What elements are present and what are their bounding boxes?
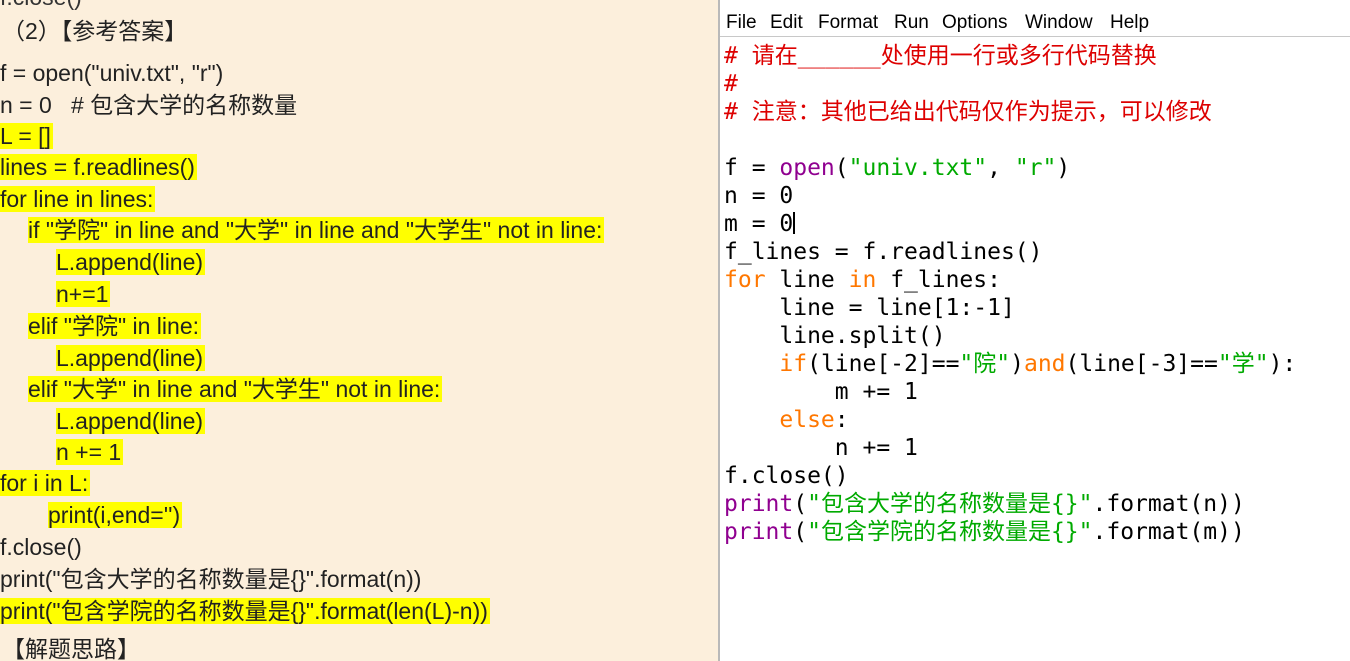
answer-code-line: n += 1	[56, 439, 124, 465]
text-cursor	[793, 212, 796, 234]
code-line: line = line[1:-1]	[724, 295, 1015, 321]
code-line: f = open("univ.txt", "r")	[724, 155, 1071, 181]
answer-code-line: print("包含大学的名称数量是{}".format(n))	[0, 566, 422, 592]
menu-run[interactable]: Run	[894, 11, 929, 35]
answer-heading: （2）【参考答案】	[2, 18, 188, 44]
answer-code-line: elif "学院" in line:	[28, 313, 201, 339]
answer-code-line: elif "大学" in line and "大学生" not in line:	[28, 376, 443, 402]
code-line: # 请在______处使用一行或多行代码替换	[724, 43, 1157, 69]
menu-options[interactable]: Options	[942, 11, 1007, 35]
menu-edit[interactable]: Edit	[770, 11, 803, 35]
answer-code-line: for i in L:	[0, 470, 91, 496]
code-line: print("包含大学的名称数量是{}".format(n))	[724, 491, 1245, 517]
answer-code-line: lines = f.readlines()	[0, 154, 197, 180]
answer-document: f.close() （2）【参考答案】 f = open("univ.txt",…	[0, 0, 718, 661]
answer-code-line: L.append(line)	[56, 345, 206, 371]
code-line: for line in f_lines:	[724, 267, 1001, 293]
answer-code-line: L = []	[0, 123, 53, 149]
menu-window[interactable]: Window	[1025, 11, 1093, 35]
answer-code-line: n = 0 # 包含大学的名称数量	[0, 92, 298, 118]
code-line: f_lines = f.readlines()	[724, 239, 1043, 265]
code-line: if(line[-2]=="院")and(line[-3]=="学"):	[779, 351, 1297, 377]
menu-bar: File Edit Format Run Options Window Help	[720, 0, 1350, 37]
answer-code-line: f.close()	[0, 534, 82, 560]
cut-off-line: f.close()	[0, 0, 82, 9]
answer-code-line: print("包含学院的名称数量是{}".format(len(L)-n))	[0, 598, 490, 624]
answer-code-line: f = open("univ.txt", "r")	[0, 60, 224, 86]
answer-code-line: if "学院" in line and "大学" in line and "大学…	[28, 217, 605, 243]
menu-help[interactable]: Help	[1110, 11, 1149, 35]
code-line: m = 0	[724, 211, 796, 237]
idle-editor-window: File Edit Format Run Options Window Help…	[720, 0, 1350, 661]
code-line: # 注意：其他已给出代码仅作为提示，可以修改	[724, 99, 1212, 125]
answer-code-line: L.append(line)	[56, 408, 206, 434]
code-line: else:	[779, 407, 849, 433]
code-editor-text-area[interactable]: # 请在______处使用一行或多行代码替换 # # 注意：其他已给出代码仅作为…	[724, 42, 1348, 657]
code-line: line.split()	[724, 323, 946, 349]
code-line: n = 0	[724, 183, 794, 209]
answer-code-line: for line in lines:	[0, 186, 156, 212]
answer-code-line: L.append(line)	[56, 249, 206, 275]
code-line: f.close()	[724, 463, 849, 489]
code-line: n += 1	[724, 435, 918, 461]
code-line: print("包含学院的名称数量是{}".format(m))	[724, 519, 1245, 545]
answer-code-line: n+=1	[56, 281, 111, 307]
menu-file[interactable]: File	[726, 11, 757, 35]
solution-approach-heading: 【解题思路】	[2, 636, 140, 661]
code-line: m += 1	[724, 379, 918, 405]
answer-code-line: print(i,end='')	[48, 502, 183, 528]
menu-format[interactable]: Format	[818, 11, 878, 35]
code-line: #	[724, 71, 738, 97]
